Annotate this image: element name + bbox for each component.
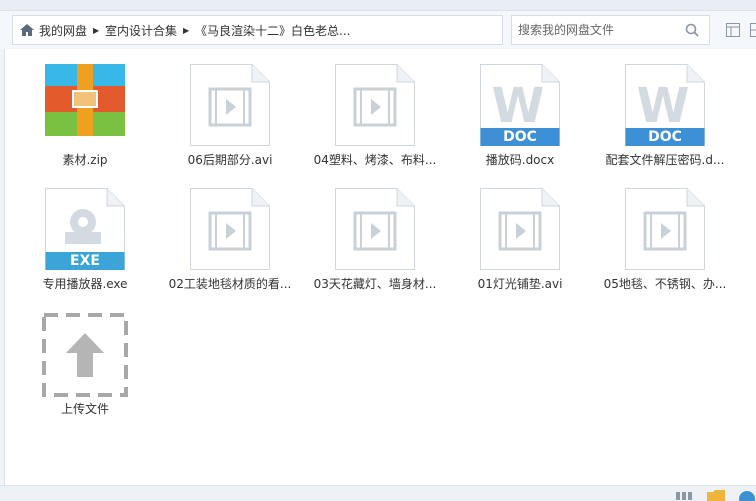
upload-file-item[interactable]: 上传文件 [15,313,155,417]
file-item[interactable]: 04塑料、烤漆、布料... [305,64,445,168]
help-icon[interactable] [737,489,756,501]
file-name: 配套文件解压密码.d... [605,153,725,167]
file-name: 素材.zip [62,153,108,167]
search-icon[interactable] [685,23,699,37]
breadcrumb-item-current[interactable]: 《马良渲染十二》白色老总... [195,22,350,39]
file-name: 播放码.docx [485,153,555,167]
breadcrumb: 我的网盘 ▶ 室内设计合集 ▶ 《马良渲染十二》白色老总... [12,15,503,45]
breadcrumb-item-root[interactable]: 我的网盘 [39,22,87,39]
home-icon[interactable] [19,22,35,38]
folder-icon[interactable] [706,489,726,501]
view-toggle-icon[interactable] [726,23,740,37]
svg-text:W: W [637,78,690,134]
breadcrumb-separator-icon: ▶ [182,25,190,35]
file-item[interactable]: 05地毯、不锈钢、办... [595,188,735,292]
file-name: 上传文件 [60,402,109,416]
file-name: 04塑料、烤漆、布料... [313,153,437,167]
upload-icon [42,313,128,397]
file-item[interactable]: 06后期部分.avi [160,64,300,168]
grid-view-icon[interactable] [750,23,756,37]
file-name: 02工装地毯材质的看... [168,277,292,291]
file-list-area: 素材.zip 06后期部分.avi 04塑料、烤漆、布料... W DOC 播放… [4,49,756,485]
zip-icon [45,64,125,146]
doc-file-icon: W DOC [480,64,560,146]
breadcrumb-separator-icon: ▶ [92,25,100,35]
video-file-icon [335,64,415,146]
video-file-icon [335,188,415,270]
file-name: 03天花藏灯、墙身材... [313,277,437,291]
toolbar: 我的网盘 ▶ 室内设计合集 ▶ 《马良渲染十二》白色老总... [0,11,756,49]
file-item[interactable]: 02工装地毯材质的看... [160,188,300,292]
file-item[interactable]: 01灯光铺垫.avi [450,188,590,292]
file-name: 01灯光铺垫.avi [477,277,563,291]
video-file-icon [190,64,270,146]
file-item[interactable]: W DOC 播放码.docx [450,64,590,168]
file-item[interactable]: W DOC 配套文件解压密码.d... [595,64,735,168]
doc-badge: DOC [648,129,682,145]
doc-file-icon: W DOC [625,64,705,146]
video-file-icon [625,188,705,270]
file-item[interactable]: 03天花藏灯、墙身材... [305,188,445,292]
exe-file-icon: EXE [45,188,125,270]
breadcrumb-item-folder[interactable]: 室内设计合集 [105,22,177,39]
file-name: 06后期部分.avi [187,153,273,167]
window-top-strip [0,0,756,11]
file-item[interactable]: EXE 专用播放器.exe [15,188,155,292]
file-name: 05地毯、不锈钢、办... [603,277,727,291]
exe-badge: EXE [70,253,100,269]
search-input[interactable] [518,23,678,37]
video-file-icon [190,188,270,270]
video-file-icon [480,188,560,270]
search-box [511,15,710,45]
status-bar [0,485,756,501]
doc-badge: DOC [503,129,537,145]
file-name: 专用播放器.exe [42,277,128,291]
list-view-icon[interactable] [676,490,692,500]
svg-text:W: W [492,78,545,134]
file-item[interactable]: 素材.zip [15,64,155,168]
